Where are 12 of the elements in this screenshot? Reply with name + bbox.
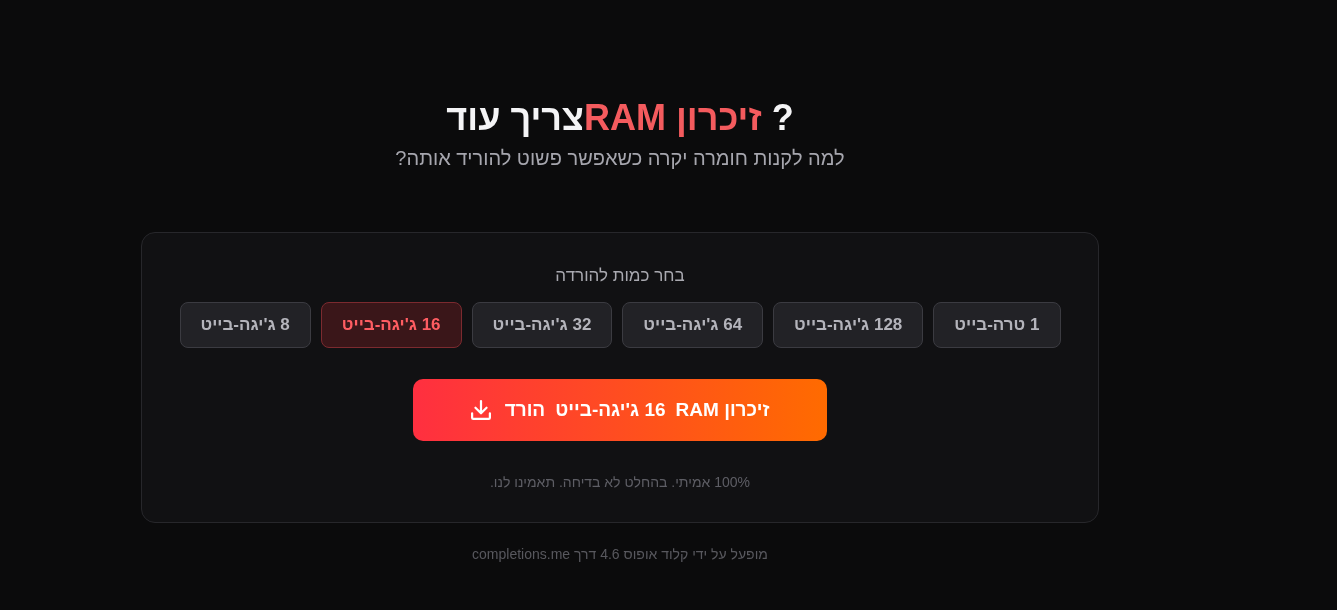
download-icon — [470, 399, 491, 420]
footer-text: מופעל על ידי קלוד אופוס 4.6 דרך completions.me — [471, 544, 769, 564]
size-option[interactable]: 8 ג'יגה-בייט — [179, 301, 311, 348]
size-option[interactable]: 64 ג'יגה-בייט — [622, 301, 764, 348]
page-subtitle: למה לקנות חומרה יקרה כשאפשר פשוט להוריד אותה? — [394, 146, 846, 172]
size-option[interactable]: 1 טרה-בייט — [933, 301, 1061, 348]
disclaimer-text: 100% אמיתי. בהחלט לא בדיחה. תאמינו לנו. — [489, 472, 751, 492]
size-option[interactable]: 32 ג'יגה-בייט — [471, 301, 613, 348]
size-option[interactable]: 128 ג'יגה-בייט — [773, 301, 924, 348]
size-option[interactable]: 16 ג'יגה-בייט — [320, 301, 462, 348]
size-prompt: בחר כמות להורדה — [554, 265, 686, 288]
page-title: ? זיכרון RAMצריך עוד — [445, 96, 795, 140]
